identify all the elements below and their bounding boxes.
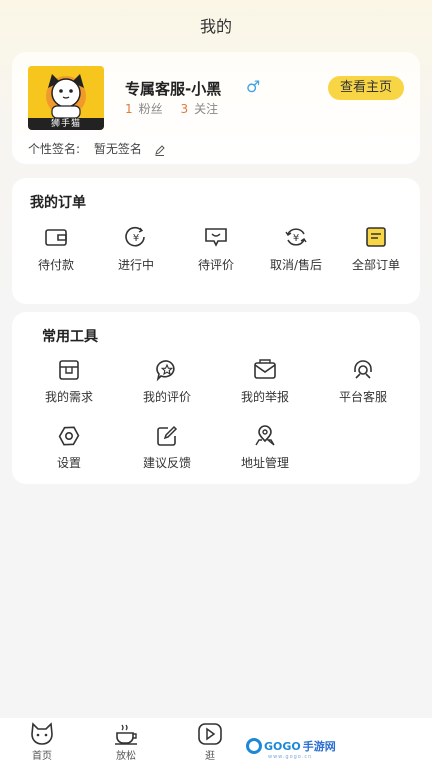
order-in-progress[interactable]: ¥ 进行中 [96,226,176,273]
tool-label: 我的评价 [142,390,191,404]
tool-label: 设置 [56,456,81,470]
order-items: 待付款 ¥ 进行中 待评价 ¥ 取消/售后 全部订单 [12,226,420,273]
tools-title: 常用工具 [42,329,98,345]
orders-title: 我的订单 [30,195,86,211]
follow-label: 关注 [194,102,219,116]
signature: 个性签名: 暂无签名 [28,140,166,157]
tool-address[interactable]: 地址管理 [216,424,314,478]
order-pending-payment[interactable]: 待付款 [16,226,96,273]
demand-box-icon [59,360,79,380]
tool-my-review[interactable]: 我的评价 [118,358,216,412]
tool-label: 我的需求 [44,390,93,404]
tool-label: 地址管理 [240,456,289,470]
fans-stat[interactable]: 1 粉丝 [125,102,166,116]
watermark-sub: www.gogo.cn [268,754,313,760]
tool-feedback[interactable]: 建议反馈 [118,424,216,478]
edit-signature-icon[interactable] [154,144,166,156]
user-name: 专属客服-小黑 [125,80,222,98]
tool-label: 我的举报 [240,390,289,404]
tool-my-report[interactable]: 我的举报 [216,358,314,412]
headset-icon [354,360,372,379]
follow-count: 3 [180,102,189,116]
play-icon [198,723,222,745]
avatar-label: 狮手猫 [28,118,104,130]
nav-home[interactable]: 首页 [0,718,84,762]
refund-icon: ¥ [285,228,307,246]
order-to-review[interactable]: 待评价 [176,226,256,273]
user-stats: 1 粉丝 3 关注 [125,100,232,117]
order-item-label: 进行中 [117,258,154,272]
order-item-label: 待评价 [197,258,234,272]
wallet-icon [45,229,67,246]
location-icon [255,425,275,446]
view-homepage-button[interactable]: 查看主页 [327,76,404,100]
watermark-cn: 手游网 [302,740,336,753]
nav-relax[interactable]: 放松 [84,718,168,762]
nav-label: 逛 [205,751,215,762]
watermark-circle-icon [246,738,262,754]
page-title: 我的 [199,17,232,36]
profile-card: 狮手猫 专属客服-小黑 ♂ 1 粉丝 3 关注 查看主页 个性签名: 暂无签名 [12,52,420,164]
orders-card: 我的订单 待付款 ¥ 进行中 待评价 ¥ 取消/售后 全部订单 [12,178,420,304]
yen-cycle-icon: ¥ [125,226,145,247]
order-item-label: 全部订单 [351,258,400,272]
order-all[interactable]: 全部订单 [336,226,416,273]
svg-text:¥: ¥ [133,233,139,244]
tool-customer-service[interactable]: 平台客服 [314,358,412,412]
tool-my-demand[interactable]: 我的需求 [20,358,118,412]
tool-label: 建议反馈 [142,456,191,470]
male-gender-icon: ♂ [246,77,261,96]
nav-label: 首页 [32,751,52,762]
report-mail-icon [254,359,276,379]
order-item-label: 待付款 [37,258,74,272]
coffee-icon [115,724,137,745]
tool-settings[interactable]: 设置 [20,424,118,478]
tool-label: 平台客服 [338,390,387,404]
avatar[interactable]: 狮手猫 [28,66,104,130]
signature-value: 暂无签名 [93,142,142,156]
bottom-nav: 首页 放松 逛 [0,718,432,768]
watermark-brand: GOGO [264,739,301,753]
fans-count: 1 [125,102,133,116]
tools-card: 常用工具 我的需求 我的评价 我的举报 平台客服 设置 建议反馈 地址管理 [12,312,420,484]
comment-smile-icon [205,228,227,247]
svg-text:¥: ¥ [293,233,299,244]
order-cancel-aftersale[interactable]: ¥ 取消/售后 [256,226,336,273]
nav-browse[interactable]: 逛 [168,718,252,762]
order-item-label: 取消/售后 [269,258,323,272]
watermark-logo: GOGO 手游网 [246,738,336,754]
order-list-icon [366,227,386,247]
follow-stat[interactable]: 3 关注 [180,102,218,116]
star-bubble-icon [156,360,175,382]
feedback-edit-icon [157,425,178,446]
tool-grid: 我的需求 我的评价 我的举报 平台客服 设置 建议反馈 地址管理 [12,358,420,478]
signature-label: 个性签名: [28,142,81,156]
fans-label: 粉丝 [138,102,163,116]
cat-icon [31,722,53,745]
nav-label: 放松 [116,751,136,762]
page-header: 我的 [0,0,432,50]
settings-icon [58,426,80,446]
